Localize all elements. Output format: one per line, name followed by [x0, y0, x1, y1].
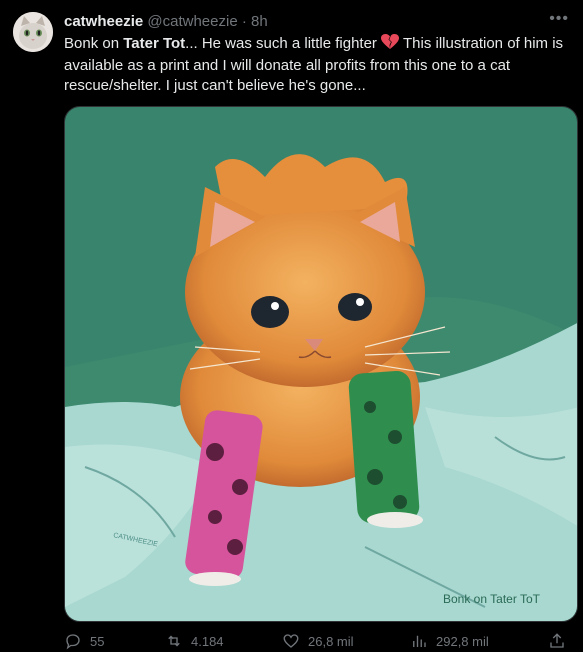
like-count: 26,8 mil: [308, 633, 354, 649]
tweet-text-part2: ... He was such a little fighter: [185, 35, 382, 52]
repost-count: 4.184: [191, 633, 224, 649]
share-icon: [550, 633, 564, 648]
more-horizontal-icon: •••: [549, 10, 569, 27]
tweet-media-image[interactable]: CATWHEEZIE Bonk on Tater ToT: [64, 106, 578, 622]
cat-avatar-image: [13, 12, 53, 52]
views-chart-icon: [413, 635, 426, 647]
signature-text: Bonk on Tater ToT: [443, 592, 541, 606]
views-count: 292,8 mil: [436, 633, 489, 649]
author-handle[interactable]: @catwheezie: [147, 13, 237, 30]
tweet-text: Bonk on Tater Tot... He was such a littl…: [64, 34, 569, 96]
reply-count: 55: [90, 633, 105, 649]
like-button[interactable]: 26,8 mil: [282, 632, 354, 650]
broken-heart-icon: [381, 34, 400, 56]
tweet-actions-bar: 55 4.184 26,8 mil 292,8 mil: [64, 628, 574, 652]
kitten-illustration: CATWHEEZIE Bonk on Tater ToT: [65, 107, 577, 621]
tweet-text-part1: Bonk on: [64, 35, 124, 52]
tweet-header: catwheezie @catwheezie · 8h: [64, 12, 268, 32]
tweet-timestamp[interactable]: 8h: [251, 13, 268, 30]
kitten-left-eye: [251, 296, 289, 328]
repost-button[interactable]: 4.184: [165, 632, 224, 650]
kitten-right-eye: [338, 293, 372, 321]
heart-icon: [283, 634, 299, 648]
more-options-button[interactable]: •••: [549, 10, 569, 28]
repost-icon: [168, 635, 180, 647]
tweet-text-bold: Tater Tot: [123, 35, 186, 52]
views-button[interactable]: 292,8 mil: [410, 632, 489, 650]
author-display-name[interactable]: catwheezie: [64, 13, 143, 30]
separator-dot: ·: [241, 13, 247, 30]
reply-icon: [66, 634, 80, 650]
avatar[interactable]: [13, 12, 53, 52]
reply-button[interactable]: 55: [64, 632, 104, 650]
share-button[interactable]: [548, 632, 566, 650]
